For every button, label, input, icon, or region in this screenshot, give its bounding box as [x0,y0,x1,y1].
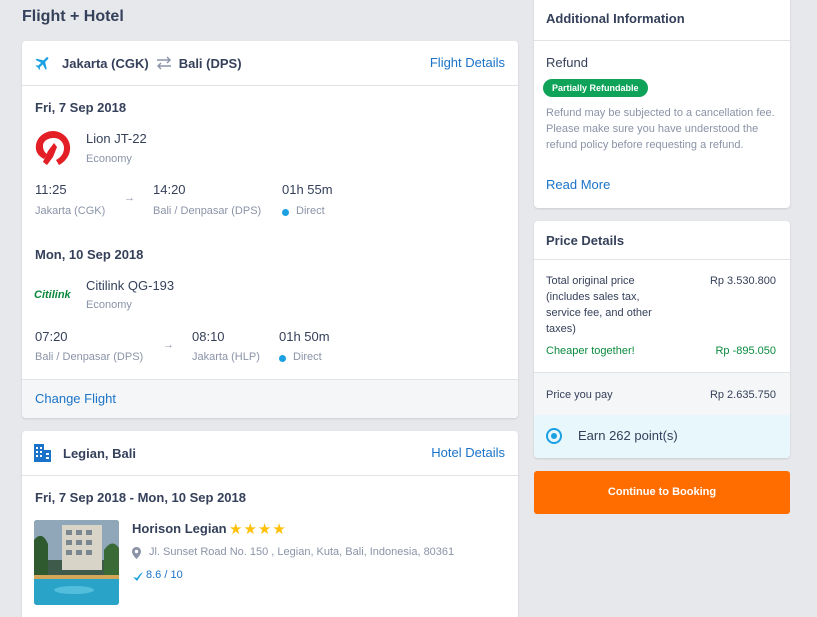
leg-2-date: Mon, 10 Sep 2018 [35,247,144,262]
hotel-details-link[interactable]: Hotel Details [431,445,505,460]
discount-label: Cheaper together! [546,345,635,357]
refund-status-badge: Partially Refundable [543,79,648,97]
hotel-name[interactable]: Horison Legian [132,521,227,536]
divider [534,40,790,41]
airplane-icon [34,54,52,72]
leg-2-airline: Citilink QG-193 [86,278,175,293]
page-title: Flight + Hotel [22,8,124,25]
star-rating-icon: ★★★★ [229,521,287,538]
refund-policy-text: Refund may be subjected to a cancellatio… [546,107,775,151]
price-you-pay-value: Rp 2.635.750 [709,389,776,401]
divider [534,259,790,260]
swap-icon [155,56,173,70]
hotel-dates: Fri, 7 Sep 2018 - Mon, 10 Sep 2018 [35,490,246,505]
leg-2-arrival-place: Jakarta (HLP) [192,351,260,363]
citilink-logo-icon: Citilink [34,289,71,301]
hotel-building-icon [34,444,51,462]
leg-2-duration: 01h 50m [279,329,330,344]
price-details-card: Price Details Total original price (incl… [534,221,790,458]
hotel-card: Legian, Bali Hotel Details Fri, 7 Sep 20… [22,431,518,617]
leg-1-cabin: Economy [86,153,132,165]
leg-1-duration: 01h 55m [282,182,333,197]
continue-to-booking-button[interactable]: Continue to Booking [534,471,790,514]
leg-1-airline: Lion JT-22 [86,131,147,146]
flight-card: Jakarta (CGK) Bali (DPS) Flight Details … [22,41,518,418]
arrow-right-icon: → [163,339,174,351]
traveloka-rating-icon [132,569,144,587]
location-pin-icon [132,546,141,564]
hotel-address: Jl. Sunset Road No. 150 , Legian, Kuta, … [149,546,455,558]
leg-1-arrival-place: Bali / Denpasar (DPS) [153,205,262,217]
price-you-pay-label: Price you pay [546,389,613,401]
change-flight-link[interactable]: Change Flight [35,391,116,406]
leg-1-departure-time: 11:25 [35,182,67,197]
lion-air-logo-icon [34,129,72,169]
hotel-location: Legian, Bali [63,445,136,461]
hotel-card-header: Legian, Bali Hotel Details [22,431,518,476]
earn-points-text: Earn 262 point(s) [578,428,678,443]
points-coin-icon [546,428,562,449]
refund-label: Refund [546,55,588,70]
leg-2-departure-time: 07:20 [35,329,68,344]
direct-dot-icon [282,209,289,216]
leg-1-stops: Direct [296,205,325,217]
price-details-title: Price Details [546,233,625,248]
flight-destination: Bali (DPS) [178,55,242,71]
leg-2-departure-place: Bali / Denpasar (DPS) [35,351,144,363]
arrow-right-icon: → [124,192,135,204]
leg-1-arrival-time: 14:20 [153,182,186,197]
additional-info-title: Additional Information [546,11,685,26]
hotel-rating: 8.6 / 10 [146,569,183,581]
original-price-value: Rp 3.530.800 [709,275,776,287]
change-flight-bar: Change Flight [22,379,518,418]
earn-points-row: Earn 262 point(s) [534,415,790,458]
price-you-pay-row: Price you pay Rp 2.635.750 [534,372,790,415]
flight-card-header: Jakarta (CGK) Bali (DPS) Flight Details [22,41,518,86]
leg-2-arrival-time: 08:10 [192,329,225,344]
leg-1-date: Fri, 7 Sep 2018 [35,100,127,115]
additional-info-card: Additional Information Refund Partially … [534,0,790,208]
leg-2-cabin: Economy [86,299,132,311]
direct-dot-icon [279,355,286,362]
leg-2-stops: Direct [293,351,322,363]
hotel-photo[interactable] [34,520,119,605]
discount-value: Rp -895.050 [715,345,776,357]
flight-origin: Jakarta (CGK) [62,55,149,71]
leg-1-departure-place: Jakarta (CGK) [35,205,106,217]
flight-details-link[interactable]: Flight Details [430,55,505,70]
read-more-link[interactable]: Read More [546,177,610,192]
original-price-label: Total original price (includes sales tax… [546,275,652,335]
